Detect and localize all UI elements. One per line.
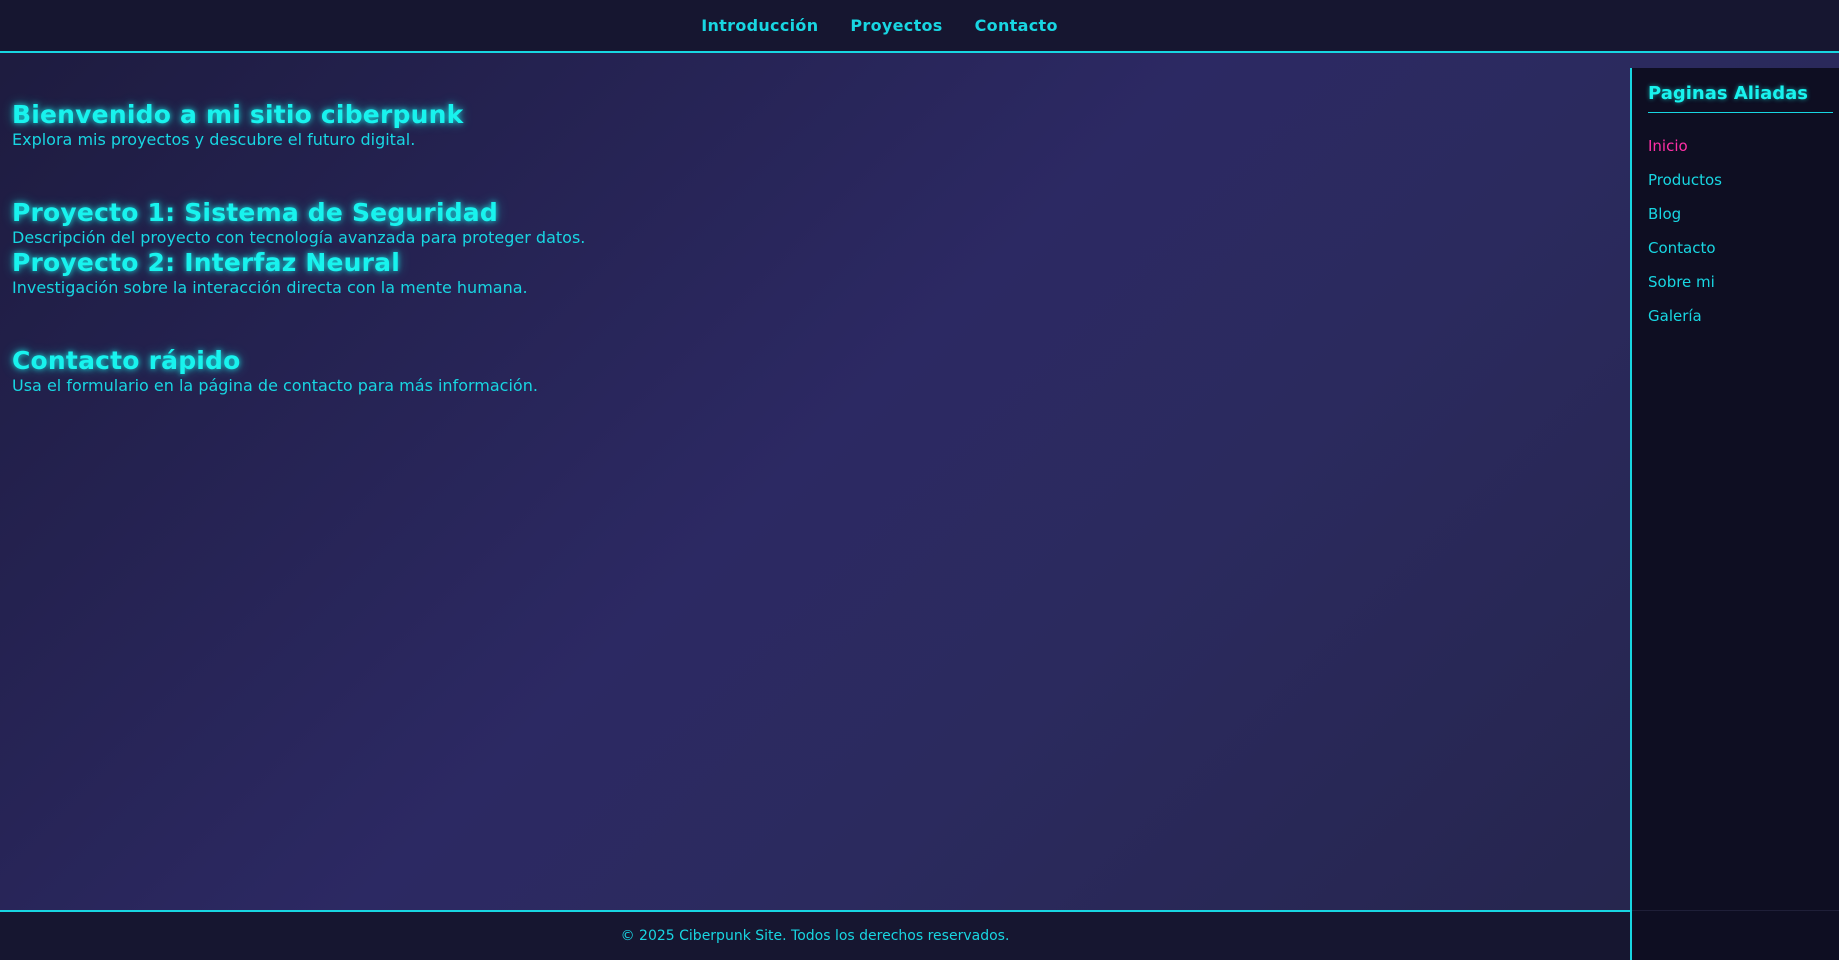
main-content: Bienvenido a mi sitio ciberpunk Explora … <box>0 55 1630 910</box>
contact-title: Contacto rápido <box>12 346 241 375</box>
intro-text: Explora mis proyectos y descubre el futu… <box>12 130 416 149</box>
footer-copyright: © 2025 Ciberpunk Site. Todos los derecho… <box>620 928 1010 944</box>
footer: © 2025 Ciberpunk Site. Todos los derecho… <box>0 910 1630 960</box>
sidebar: Paginas Aliadas Inicio Productos Blog Co… <box>1630 68 1839 960</box>
nav-link-contacto[interactable]: Contacto <box>975 16 1058 35</box>
sidebar-item-contacto: Contacto <box>1648 231 1833 265</box>
nav-link-introduccion[interactable]: Introducción <box>701 16 818 35</box>
sidebar-link-inicio[interactable]: Inicio <box>1648 137 1688 155</box>
sidebar-divider <box>1632 910 1839 911</box>
sidebar-item-inicio: Inicio <box>1648 129 1833 163</box>
sidebar-item-sobre-mi: Sobre mi <box>1648 265 1833 299</box>
sidebar-item-blog: Blog <box>1648 197 1833 231</box>
intro-title: Bienvenido a mi sitio ciberpunk <box>12 100 464 129</box>
sidebar-list: Inicio Productos Blog Contacto Sobre mi … <box>1648 129 1833 333</box>
project-2-section: Proyecto 2: Interfaz Neural Investigació… <box>12 248 528 298</box>
sidebar-link-sobre-mi[interactable]: Sobre mi <box>1648 273 1715 291</box>
sidebar-link-blog[interactable]: Blog <box>1648 205 1681 223</box>
contact-section: Contacto rápido Usa el formulario en la … <box>12 346 538 396</box>
sidebar-link-contacto[interactable]: Contacto <box>1648 239 1716 257</box>
project-1-title: Proyecto 1: Sistema de Seguridad <box>12 198 498 227</box>
contact-text: Usa el formulario en la página de contac… <box>12 376 538 395</box>
nav-link-proyectos[interactable]: Proyectos <box>850 16 942 35</box>
page: Introducción Proyectos Contacto Bienveni… <box>0 0 1839 960</box>
sidebar-item-galeria: Galería <box>1648 299 1833 333</box>
sidebar-link-productos[interactable]: Productos <box>1648 171 1722 189</box>
intro-section: Bienvenido a mi sitio ciberpunk Explora … <box>12 100 463 150</box>
sidebar-item-productos: Productos <box>1648 163 1833 197</box>
project-2-title: Proyecto 2: Interfaz Neural <box>12 248 401 277</box>
project-1-text: Descripción del proyecto con tecnología … <box>12 228 586 247</box>
top-navigation: Introducción Proyectos Contacto <box>0 0 1839 53</box>
project-2-text: Investigación sobre la interacción direc… <box>12 278 528 297</box>
sidebar-title: Paginas Aliadas <box>1648 82 1833 113</box>
project-1-section: Proyecto 1: Sistema de Seguridad Descrip… <box>12 198 585 248</box>
sidebar-link-galeria[interactable]: Galería <box>1648 307 1702 325</box>
